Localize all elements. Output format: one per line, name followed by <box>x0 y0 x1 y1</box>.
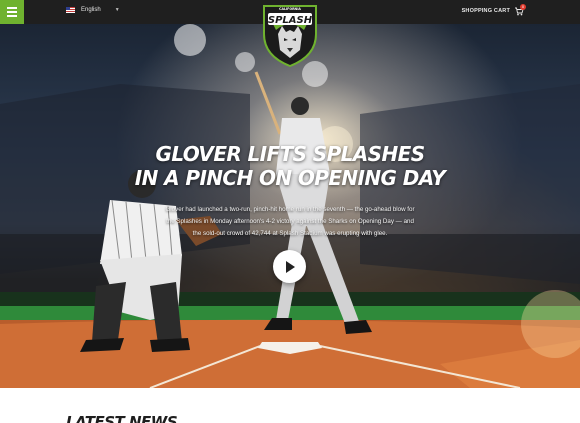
hero-headline: GLOVER LIFTS SPLASHES IN A PINCH ON OPEN… <box>0 142 580 190</box>
splash-logo[interactable]: SPLASH CALIFORNIA <box>258 0 322 68</box>
us-flag-icon <box>66 7 75 13</box>
menu-icon[interactable] <box>0 0 24 24</box>
hero-banner: GLOVER LIFTS SPLASHES IN A PINCH ON OPEN… <box>0 24 580 388</box>
hero-summary: Glover had launched a two-run, pinch-hit… <box>165 206 415 237</box>
play-icon[interactable] <box>273 250 306 283</box>
logo-top-text: CALIFORNIA <box>279 7 301 11</box>
cart-count-badge: 0 <box>520 4 526 10</box>
headline-line-1: GLOVER LIFTS SPLASHES <box>155 142 426 166</box>
language-label: English <box>81 7 101 13</box>
chevron-down-icon: ▼ <box>114 7 120 13</box>
latest-news-heading: LATEST NEWS <box>66 413 178 423</box>
logo-text: SPLASH <box>268 15 313 26</box>
language-selector[interactable]: English ▼ <box>66 7 120 13</box>
headline-line-2: IN A PINCH ON OPENING DAY <box>134 166 446 190</box>
shopping-cart-link[interactable]: SHOPPING CART <box>462 8 510 14</box>
